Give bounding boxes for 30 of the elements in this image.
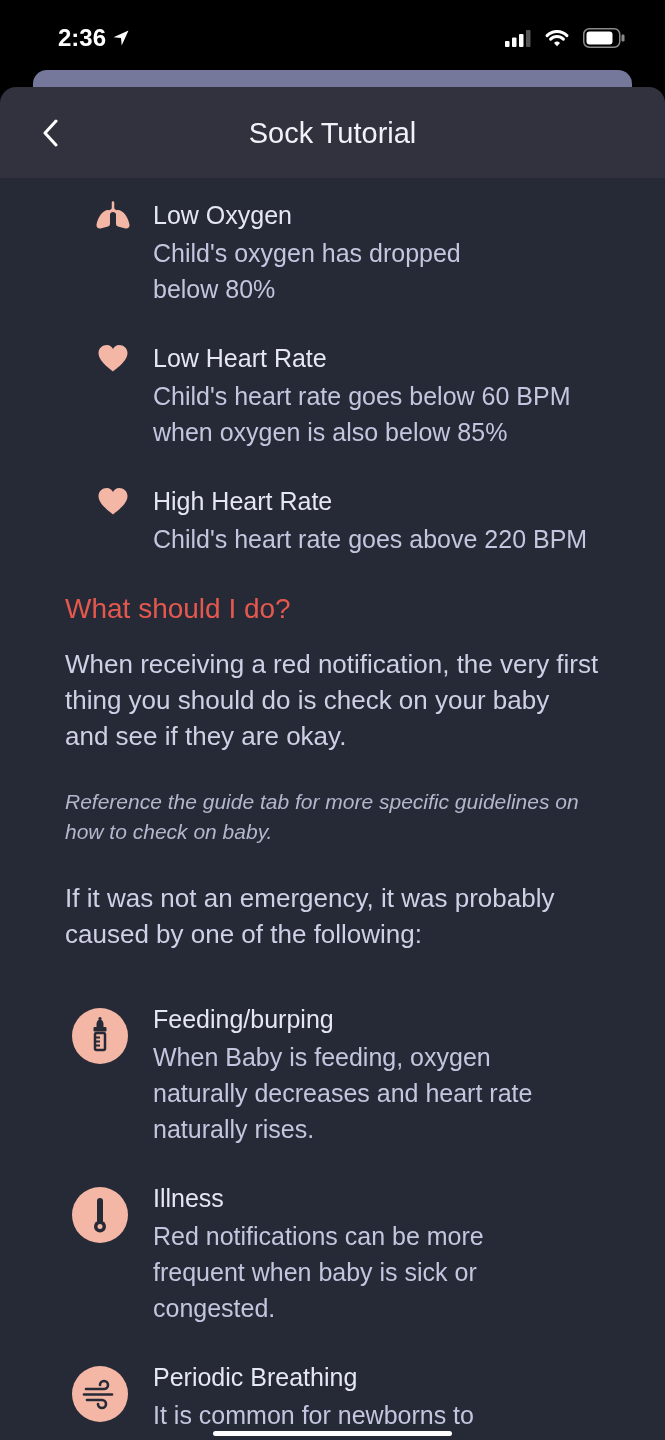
alert-description: Child's heart rate goes above 220 BPM xyxy=(153,524,588,555)
cause-title: Feeding/burping xyxy=(153,1004,334,1035)
section-heading: What should I do? xyxy=(65,592,291,626)
guide-note: Reference the guide tab for more specific guidelines on how to check on baby. xyxy=(65,789,579,845)
battery-icon xyxy=(583,28,625,48)
signal-icon xyxy=(505,29,531,47)
cause-title: Illness xyxy=(153,1183,224,1214)
alert-title: Low Heart Rate xyxy=(153,343,327,374)
baby-bottle-icon xyxy=(72,1008,128,1064)
heart-icon xyxy=(97,345,129,372)
screen-title: Sock Tutorial xyxy=(248,115,417,151)
cause-description: When Baby is feeding, oxygen naturally decreases and heart rate naturally rises. xyxy=(153,1042,533,1145)
alert-title: Low Oxygen xyxy=(153,200,292,231)
cause-description: It is common for newborns to xyxy=(153,1400,474,1431)
instruction-text: When receiving a red notification, the very first thing you should do is check on your baby and see if they are okay. xyxy=(65,648,599,753)
alert-title: High Heart Rate xyxy=(153,486,333,517)
alert-description: Child's heart rate goes below 60 BPM when oxygen is also below 85% xyxy=(153,381,571,448)
cause-title: Periodic Breathing xyxy=(153,1362,358,1393)
back-button[interactable] xyxy=(42,118,58,147)
heart-icon xyxy=(97,488,129,515)
status-time: 2:36 xyxy=(58,24,107,52)
location-arrow-icon xyxy=(113,30,130,46)
cause-description: Red notifications can be more frequent when baby is sick or congested. xyxy=(153,1221,484,1324)
wind-icon xyxy=(72,1366,128,1422)
alert-description: Child's oxygen has dropped below 80% xyxy=(153,238,461,305)
chevron-left-icon xyxy=(42,118,58,147)
thermometer-icon xyxy=(72,1187,128,1243)
wifi-icon xyxy=(545,29,569,47)
instruction-text: If it was not an emergency, it was probably caused by one of the following: xyxy=(65,882,555,951)
lungs-icon xyxy=(95,201,131,229)
